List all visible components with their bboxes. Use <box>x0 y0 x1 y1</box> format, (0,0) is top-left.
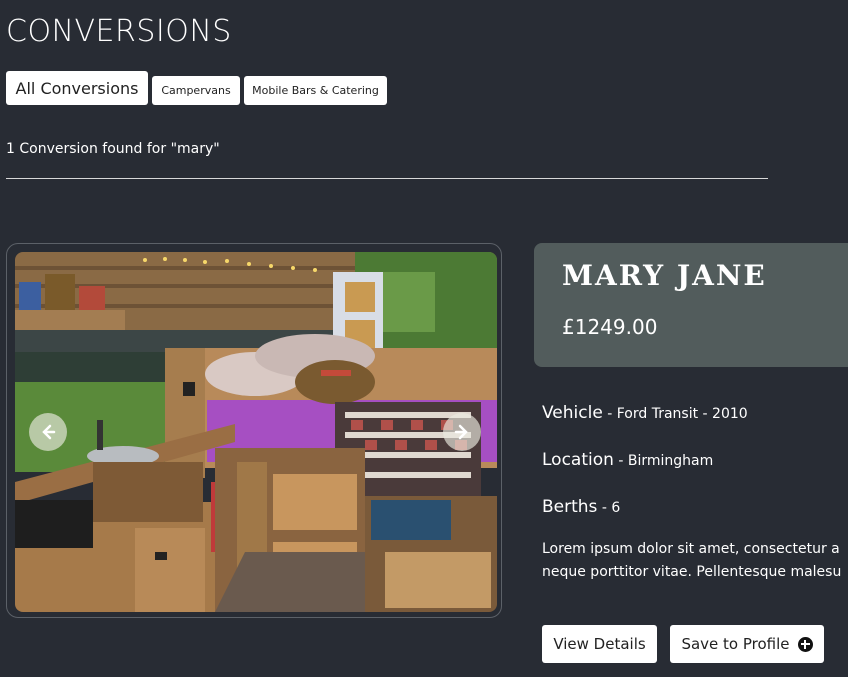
vehicle-value: - Ford Transit - 2010 <box>602 406 748 422</box>
listing-header: MARY JANE £1249.00 <box>534 243 848 367</box>
listing-price: £1249.00 <box>562 315 658 339</box>
carousel-prev-button[interactable] <box>29 413 67 451</box>
listing-image-card <box>6 243 502 618</box>
save-to-profile-label: Save to Profile <box>681 635 790 653</box>
location-value: - Birmingham <box>613 453 714 469</box>
van-interior-image <box>15 252 497 612</box>
description-line: Lorem ipsum dolor sit amet, consectetur … <box>542 541 840 557</box>
berths-label: Berths <box>542 497 598 517</box>
filter-all-conversions-button[interactable]: All Conversions <box>6 71 148 105</box>
description-line: neque porttitor vitae. Pellentesque male… <box>542 564 842 580</box>
filter-campervans-button[interactable]: Campervans <box>152 76 240 105</box>
save-to-profile-button[interactable]: Save to Profile <box>670 625 824 663</box>
plus-circle-icon <box>797 636 813 652</box>
listing-photo <box>15 252 497 612</box>
listing-name: MARY JANE <box>562 259 767 292</box>
listing-description: Lorem ipsum dolor sit amet, consectetur … <box>542 538 848 584</box>
arrow-right-icon <box>454 424 468 440</box>
vehicle-label: Vehicle <box>542 403 603 423</box>
divider <box>6 178 768 179</box>
location-spec: Location - Birmingham <box>542 450 713 470</box>
arrow-left-icon <box>42 424 56 440</box>
page-title: CONVERSIONS <box>6 14 232 49</box>
carousel-next-button[interactable] <box>443 413 481 451</box>
berths-value: - 6 <box>597 500 621 516</box>
location-label: Location <box>542 450 614 470</box>
view-details-button[interactable]: View Details <box>542 625 657 663</box>
vehicle-spec: Vehicle - Ford Transit - 2010 <box>542 403 748 423</box>
conversions-page: CONVERSIONS All Conversions Campervans M… <box>0 0 848 677</box>
filter-mobile-bars-button[interactable]: Mobile Bars & Catering <box>244 76 387 105</box>
search-results-count: 1 Conversion found for "mary" <box>6 141 220 157</box>
berths-spec: Berths - 6 <box>542 497 620 517</box>
